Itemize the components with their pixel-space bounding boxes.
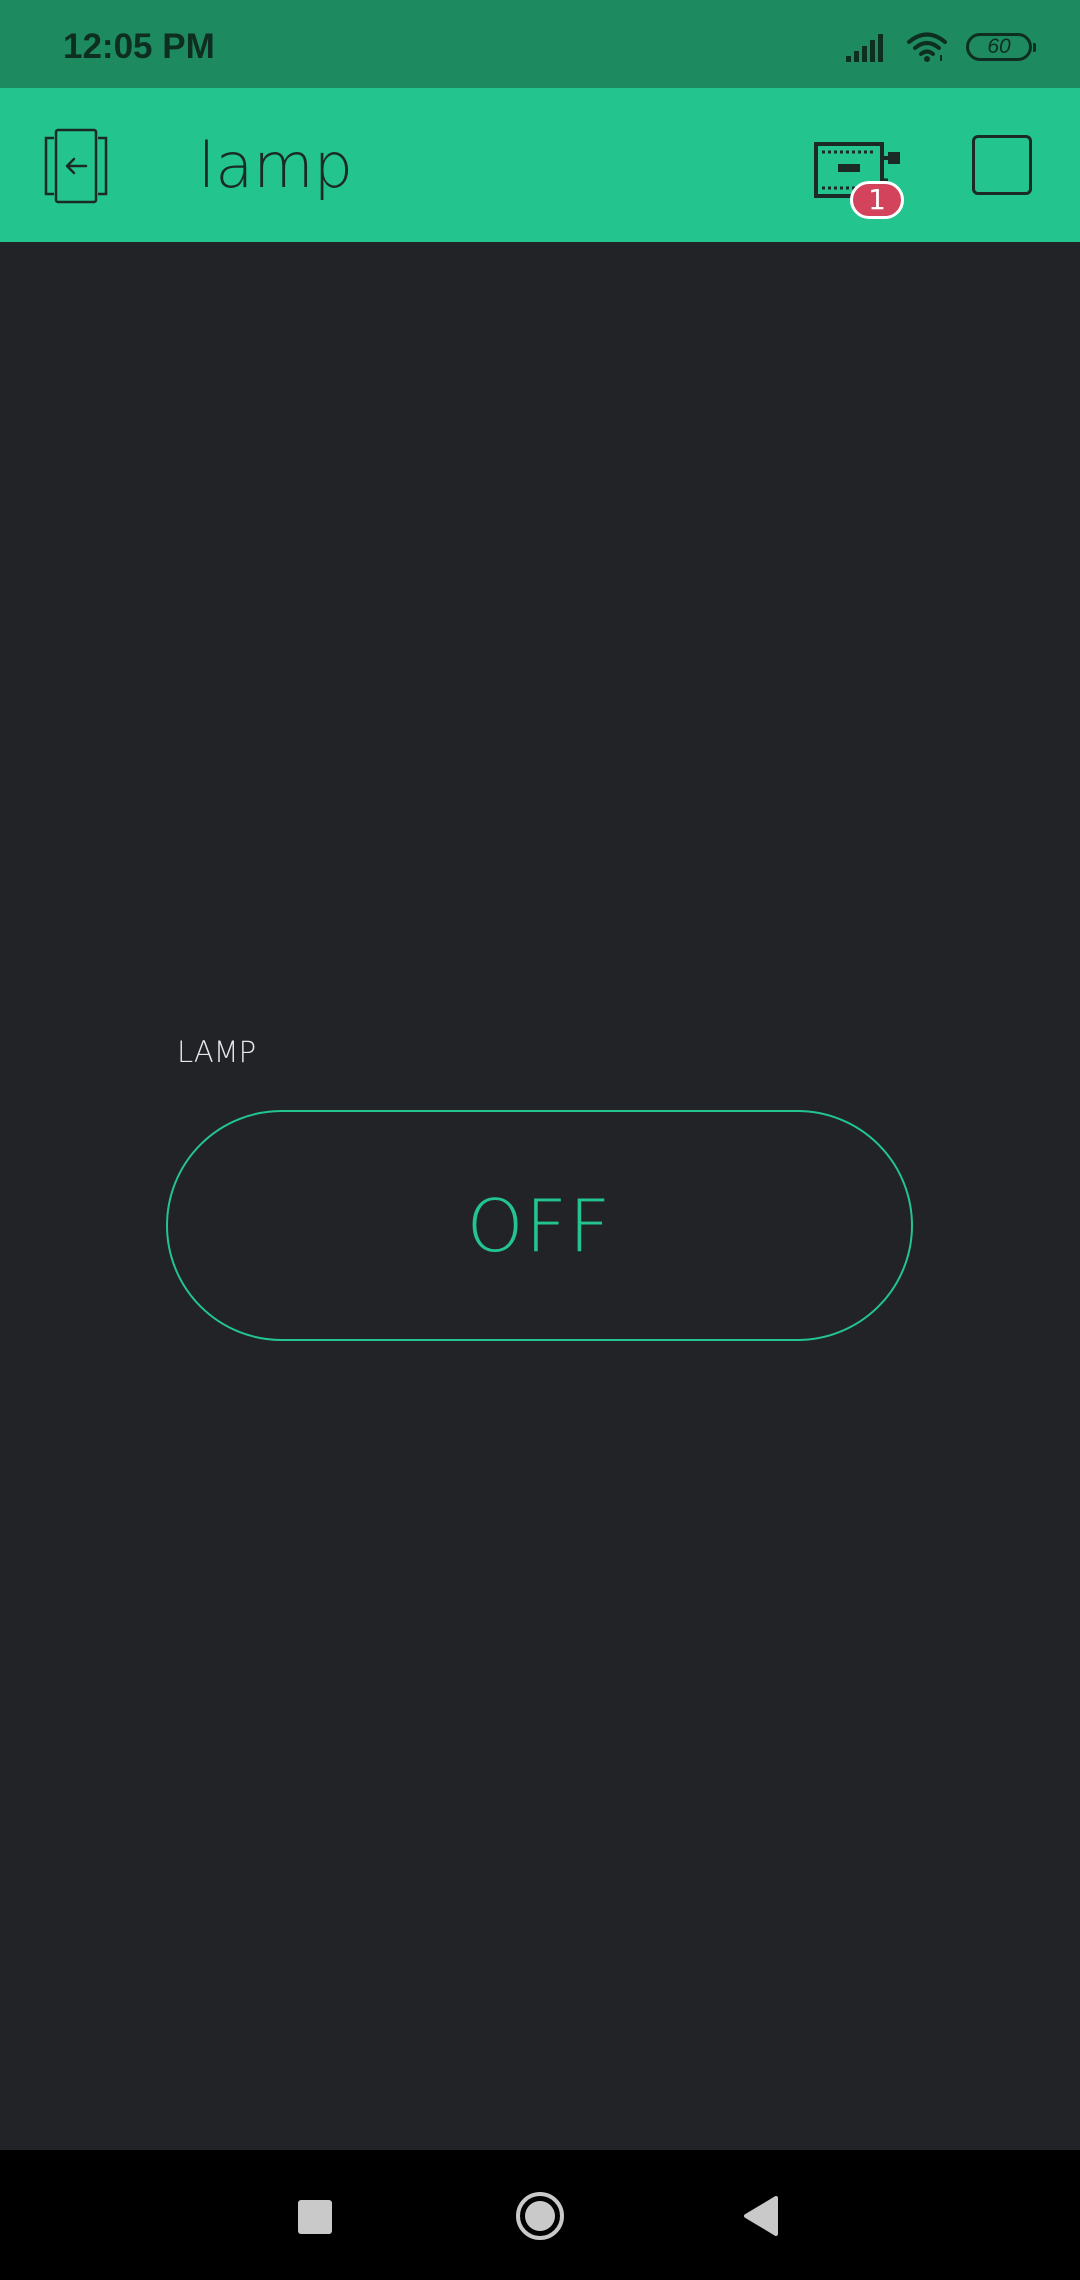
exit-icon [44,128,108,204]
toggle-state-label: OFF [466,1183,613,1268]
back-icon[interactable] [742,2194,778,2238]
wifi-icon [907,32,947,62]
system-nav-bar [0,2150,1080,2280]
device-badge: 1 [850,181,904,219]
signal-icon [846,34,883,62]
home-icon[interactable] [516,2192,564,2240]
battery-nub [1033,43,1036,52]
app-bar: lamp 1 [0,88,1080,242]
exit-button[interactable] [36,128,116,208]
stop-button[interactable] [972,135,1032,195]
status-bar: 12:05 PM 60 [0,0,1080,88]
home-icon-inner [525,2201,555,2231]
page-title: lamp [198,129,353,202]
back-triangle [744,2196,778,2236]
battery-icon: 60 [966,33,1036,61]
recents-icon[interactable] [298,2200,332,2234]
status-time: 12:05 PM [63,27,215,66]
status-icons: 60 [846,26,1036,68]
widget-label: LAMP [177,1035,257,1069]
battery-level: 60 [987,35,1011,58]
screen: 12:05 PM 60 lamp 1 LAMP OFF [0,0,1080,2280]
lamp-toggle-button[interactable]: OFF [166,1110,913,1341]
